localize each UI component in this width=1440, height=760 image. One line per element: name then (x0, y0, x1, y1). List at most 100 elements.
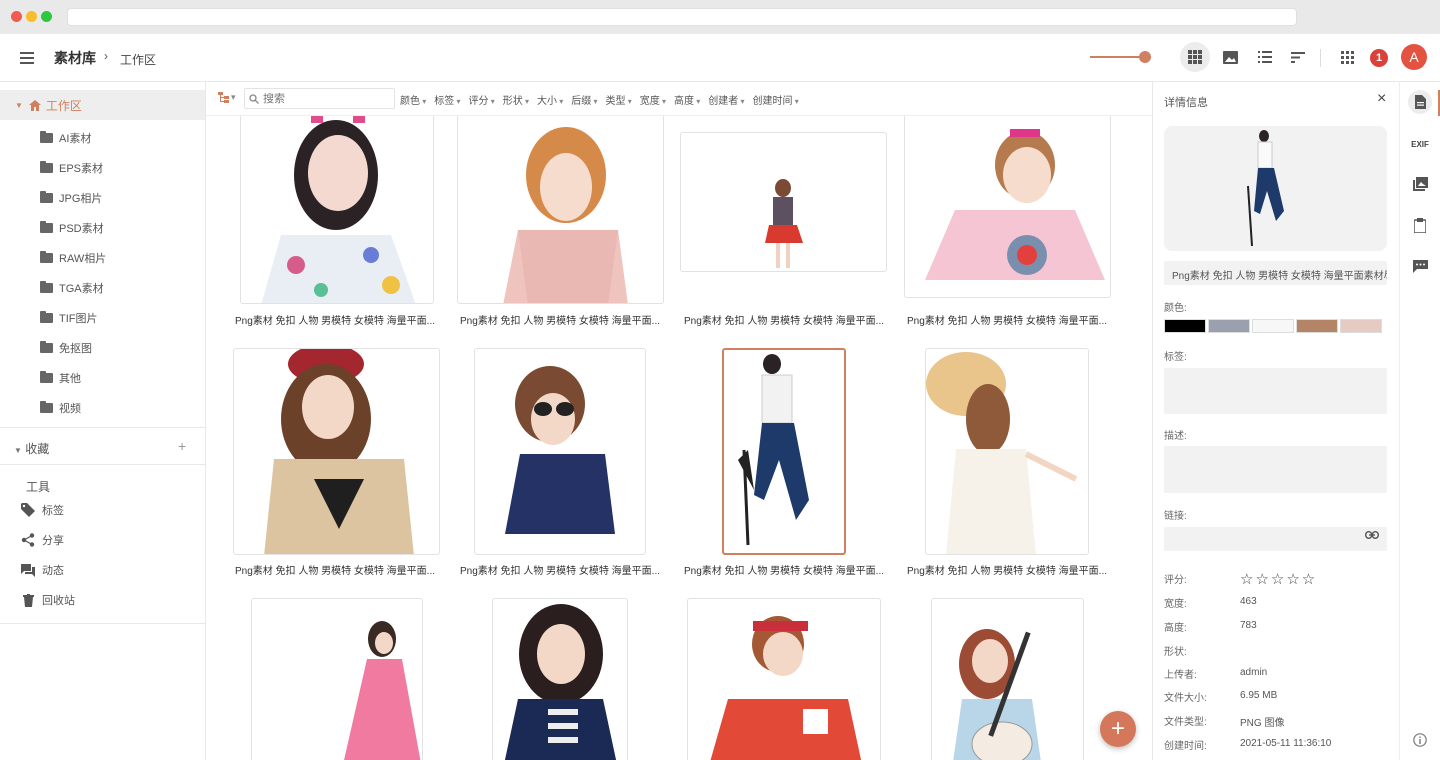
image-thumbnail[interactable] (474, 348, 646, 555)
sidebar-folder[interactable]: RAW相片 (40, 250, 106, 266)
image-thumbnail[interactable] (251, 598, 423, 760)
folder-label: 其他 (59, 373, 81, 385)
filter-color[interactable]: 颜色 (400, 92, 426, 107)
photo-placeholder (925, 129, 1105, 280)
avatar[interactable]: A (1401, 44, 1427, 70)
add-button[interactable]: + (1100, 711, 1136, 747)
sidebar-item-tags[interactable]: 标签 (20, 502, 64, 518)
color-swatch[interactable] (1296, 319, 1338, 333)
slider-handle[interactable] (1139, 51, 1151, 63)
filter-height[interactable]: 高度 (674, 92, 700, 107)
color-swatch[interactable] (1164, 319, 1206, 333)
window-minimize-dot[interactable] (26, 11, 37, 22)
description-field[interactable] (1164, 446, 1387, 493)
sidebar-folder[interactable]: AI素材 (40, 130, 91, 146)
uploader-label: 上传者: (1164, 670, 1197, 681)
sidebar-folder[interactable]: TGA素材 (40, 280, 104, 296)
sidebar-folder[interactable]: TIF图片 (40, 310, 98, 326)
list-view-button[interactable] (1250, 42, 1280, 72)
folder-label: JPG相片 (59, 193, 103, 205)
image-thumbnail[interactable] (492, 598, 628, 760)
caret-down-icon: ▼ (14, 446, 22, 455)
home-icon (28, 99, 41, 111)
sidebar-item-activity[interactable]: 动态 (20, 562, 64, 578)
tree-icon (218, 92, 229, 103)
folder-icon (40, 401, 53, 413)
sidebar-folder[interactable]: 其他 (40, 370, 81, 386)
filter-width[interactable]: 宽度 (640, 92, 666, 107)
add-favorite-button[interactable]: + (178, 438, 186, 454)
sidebar-folder[interactable]: JPG相片 (40, 190, 102, 206)
sidebar-folder[interactable]: PSD素材 (40, 220, 104, 236)
image-thumbnail[interactable] (240, 116, 434, 304)
sidebar-folder[interactable]: 视频 (40, 400, 81, 416)
color-swatch[interactable] (1340, 319, 1382, 333)
search-input[interactable] (263, 92, 388, 105)
window-maximize-dot[interactable] (41, 11, 52, 22)
folder-icon (40, 251, 53, 263)
filter-creator[interactable]: 创建者 (708, 92, 744, 107)
link-icon[interactable] (1365, 531, 1379, 539)
folder-icon (40, 311, 53, 323)
sidebar-folder[interactable]: EPS素材 (40, 160, 103, 176)
image-thumbnail[interactable] (233, 348, 440, 555)
color-swatch[interactable] (1252, 319, 1294, 333)
filter-shape[interactable]: 形状 (503, 92, 529, 107)
sidebar-item-workspace[interactable]: ▼ 工作区 (0, 90, 205, 120)
tags-field[interactable] (1164, 368, 1387, 414)
sidebar-item-trash[interactable]: 回收站 (20, 592, 75, 608)
filter-created-time[interactable]: 创建时间 (753, 92, 799, 107)
filesize-value: 6.95 MB (1240, 690, 1278, 701)
image-thumbnail-selected[interactable] (722, 348, 846, 555)
grid-view-button[interactable] (1180, 42, 1210, 72)
favorites-label: 收藏 (25, 442, 50, 456)
filter-tags[interactable]: 标签 (434, 92, 460, 107)
detail-preview (1164, 126, 1387, 251)
image-thumbnail[interactable] (925, 348, 1089, 555)
color-swatches (1164, 319, 1384, 333)
filter-extension[interactable]: 后缀 (571, 92, 597, 107)
image-thumbnail[interactable] (687, 598, 881, 760)
sidebar-root-label: 工作区 (45, 98, 82, 113)
filetype-label: 文件类型: (1164, 717, 1207, 728)
sidebar-item-share[interactable]: 分享 (20, 532, 64, 548)
sidebar-folder[interactable]: 免抠图 (40, 340, 92, 356)
color-swatch[interactable] (1208, 319, 1250, 333)
info-button[interactable] (1408, 728, 1432, 752)
close-icon[interactable]: × (1377, 90, 1386, 108)
search-box[interactable] (244, 88, 395, 109)
image-thumbnail[interactable] (680, 132, 887, 272)
filter-size[interactable]: 大小 (537, 92, 563, 107)
filter-rating[interactable]: 评分 (469, 92, 495, 107)
detail-name-field[interactable]: Png素材 免扣 人物 男模特 女模特 海量平面素材尽在 (1164, 261, 1387, 285)
width-value: 463 (1240, 596, 1257, 607)
height-value: 783 (1240, 620, 1257, 631)
rating-label: 评分: (1164, 575, 1187, 586)
notification-badge[interactable]: 1 (1370, 49, 1388, 67)
folder-tree-filter[interactable]: ▾ (218, 92, 236, 103)
image-thumbnail[interactable] (457, 116, 664, 304)
image-view-button[interactable] (1215, 42, 1245, 72)
hamburger-menu-icon[interactable] (20, 52, 34, 64)
rating-stars[interactable]: ☆☆☆☆☆ (1240, 570, 1317, 588)
photo-placeholder (344, 621, 421, 760)
window-close-dot[interactable] (11, 11, 22, 22)
caret-down-icon[interactable]: ▼ (15, 101, 23, 110)
breadcrumb[interactable]: 工作区 (120, 51, 156, 68)
filter-type[interactable]: 类型 (606, 92, 632, 107)
breadcrumb-separator-icon: › (104, 49, 108, 63)
sort-button[interactable] (1283, 42, 1313, 72)
address-bar[interactable] (67, 8, 1297, 26)
tab-details[interactable] (1408, 90, 1432, 114)
tab-comments[interactable] (1408, 254, 1432, 278)
image-thumbnail[interactable] (931, 598, 1084, 760)
tab-gallery[interactable] (1408, 172, 1432, 196)
link-field[interactable] (1164, 527, 1387, 551)
tab-exif[interactable]: EXIF (1408, 132, 1432, 156)
apps-button[interactable] (1332, 42, 1362, 72)
image-thumbnail[interactable] (904, 116, 1111, 298)
folder-label: TGA素材 (59, 283, 104, 295)
link-label: 链接: (1164, 511, 1187, 522)
sidebar-item-favorites[interactable]: ▼ 收藏 (14, 440, 49, 457)
tab-clipboard[interactable] (1408, 213, 1432, 237)
